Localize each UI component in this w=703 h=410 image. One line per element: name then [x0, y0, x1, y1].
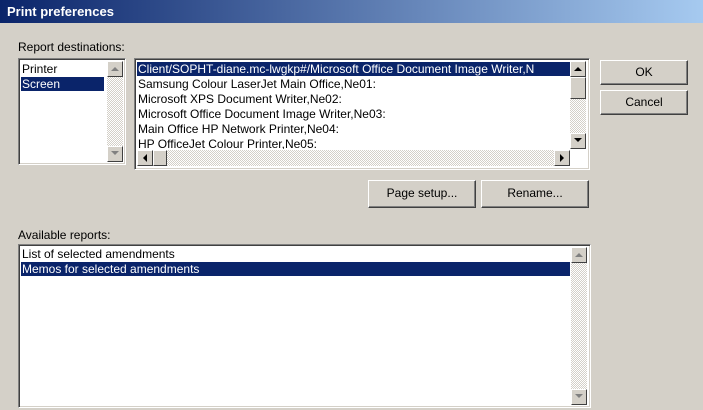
reports-list-scrollbar[interactable] — [571, 247, 587, 405]
printer-list-hscrollbar[interactable] — [137, 150, 570, 166]
printer-list-scroll-down[interactable] — [570, 133, 586, 149]
printer-list[interactable]: Client/SOPHT-diane.mc-lwgkp#/Microsoft O… — [134, 58, 590, 170]
arrow-up-icon — [111, 67, 119, 71]
printer-list-vscroll-thumb[interactable] — [570, 77, 586, 99]
ok-button-label: OK — [635, 65, 653, 79]
page-setup-button[interactable]: Page setup... — [368, 180, 476, 208]
title-bar[interactable]: Print preferences — [0, 0, 703, 23]
arrow-down-icon — [111, 151, 119, 155]
destination-type-list[interactable]: Printer Screen — [18, 58, 126, 165]
printer-list-hscroll-thumb[interactable] — [153, 150, 167, 166]
rename-button[interactable]: Rename... — [481, 180, 589, 208]
destination-type-screen[interactable]: Screen — [21, 77, 104, 91]
printer-item-3[interactable]: Microsoft Office Document Image Writer,N… — [137, 107, 386, 121]
page-setup-button-label: Page setup... — [386, 186, 458, 200]
printer-list-scroll-up[interactable] — [570, 61, 586, 77]
window-title: Print preferences — [7, 4, 114, 19]
printer-item-0[interactable]: Client/SOPHT-diane.mc-lwgkp#/Microsoft O… — [137, 62, 570, 76]
printer-list-scroll-right[interactable] — [554, 150, 570, 166]
reports-list[interactable]: List of selected amendments Memos for se… — [18, 244, 591, 408]
arrow-right-icon — [560, 154, 564, 162]
printer-item-2[interactable]: Microsoft XPS Document Writer,Ne02: — [137, 92, 342, 106]
ok-button[interactable]: OK — [600, 60, 688, 85]
cancel-button[interactable]: Cancel — [600, 90, 688, 115]
cancel-button-label: Cancel — [625, 95, 663, 109]
report-item-0[interactable]: List of selected amendments — [21, 247, 175, 261]
reports-list-scroll-down[interactable] — [571, 389, 587, 405]
arrow-down-icon — [575, 394, 583, 398]
report-item-1[interactable]: Memos for selected amendments — [21, 262, 570, 276]
printer-list-scroll-left[interactable] — [137, 150, 153, 166]
reports-list-scroll-up[interactable] — [571, 247, 587, 263]
printer-item-4[interactable]: Main Office HP Network Printer,Ne04: — [137, 122, 339, 136]
destination-type-scroll-down[interactable] — [107, 146, 123, 162]
rename-button-label: Rename... — [507, 186, 563, 200]
destination-type-scroll-up[interactable] — [107, 61, 123, 77]
destination-type-printer[interactable]: Printer — [21, 62, 104, 76]
report-destinations-label: Report destinations: — [18, 40, 125, 54]
arrow-up-icon — [574, 67, 582, 71]
arrow-left-icon — [143, 154, 147, 162]
printer-item-1[interactable]: Samsung Colour LaserJet Main Office,Ne01… — [137, 77, 376, 91]
available-reports-label: Available reports: — [18, 228, 111, 242]
arrow-down-icon — [574, 138, 582, 142]
arrow-up-icon — [575, 253, 583, 257]
